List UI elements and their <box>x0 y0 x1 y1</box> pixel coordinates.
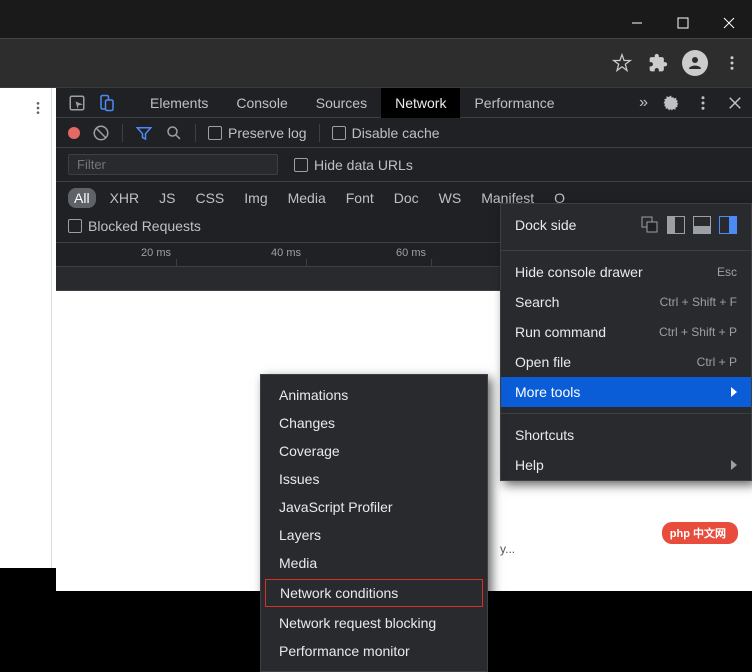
blocked-requests-checkbox[interactable]: Blocked Requests <box>68 218 201 234</box>
browser-toolbar <box>0 38 752 88</box>
dock-left-icon[interactable] <box>667 216 685 234</box>
blocked-requests-label: Blocked Requests <box>88 218 201 234</box>
tick-20ms: 20 ms <box>141 247 171 259</box>
type-img[interactable]: Img <box>238 188 273 208</box>
dock-right-icon[interactable] <box>719 216 737 234</box>
devtools-context-menu: Dock side Hide console drawer Esc Search… <box>500 203 752 481</box>
checkbox-icon <box>294 158 308 172</box>
search-icon[interactable] <box>165 124 183 142</box>
gear-icon[interactable] <box>662 94 680 112</box>
separator <box>501 250 751 251</box>
type-all[interactable]: All <box>68 188 96 208</box>
sub-animations[interactable]: Animations <box>261 381 487 409</box>
hide-data-urls-checkbox[interactable]: Hide data URLs <box>294 157 413 173</box>
star-icon[interactable] <box>610 51 634 75</box>
clear-icon[interactable] <box>92 124 110 142</box>
tab-console[interactable]: Console <box>222 88 301 118</box>
menu-run-command[interactable]: Run command Ctrl + Shift + P <box>501 317 751 347</box>
kebab-menu-icon[interactable] <box>720 51 744 75</box>
sub-changes[interactable]: Changes <box>261 409 487 437</box>
extensions-icon[interactable] <box>646 51 670 75</box>
dock-side-row: Dock side <box>501 204 751 244</box>
menu-shortcuts[interactable]: Shortcuts <box>501 420 751 450</box>
profile-avatar[interactable] <box>682 50 708 76</box>
kebab-icon[interactable] <box>30 100 46 116</box>
checkbox-icon <box>208 126 222 140</box>
sub-coverage[interactable]: Coverage <box>261 437 487 465</box>
tab-performance[interactable]: Performance <box>460 88 568 118</box>
sub-network-conditions[interactable]: Network conditions <box>265 579 483 607</box>
sub-performance-monitor[interactable]: Performance monitor <box>261 637 487 665</box>
kebab-icon[interactable] <box>694 94 712 112</box>
truncated-text: y... <box>500 542 515 556</box>
tick-40ms: 40 ms <box>271 247 301 259</box>
chevron-right-icon <box>731 387 737 397</box>
more-tools-submenu: Animations Changes Coverage Issues JavaS… <box>260 374 488 672</box>
window-titlebar <box>0 0 752 38</box>
filter-input[interactable] <box>68 154 278 175</box>
checkbox-icon <box>332 126 346 140</box>
disable-cache-checkbox[interactable]: Disable cache <box>332 125 440 141</box>
checkbox-icon <box>68 219 82 233</box>
separator <box>122 124 123 142</box>
type-doc[interactable]: Doc <box>388 188 425 208</box>
type-css[interactable]: CSS <box>189 188 230 208</box>
sub-network-request-blocking[interactable]: Network request blocking <box>261 609 487 637</box>
dock-undock-icon[interactable] <box>641 216 659 234</box>
watermark-badge: php 中文网 <box>662 522 738 544</box>
separator <box>501 413 751 414</box>
inspect-icon[interactable] <box>68 94 86 112</box>
maximize-button[interactable] <box>660 8 706 38</box>
tab-sources[interactable]: Sources <box>302 88 381 118</box>
devtools-tabs: Elements Console Sources Network Perform… <box>56 88 752 118</box>
close-button[interactable] <box>706 8 752 38</box>
type-media[interactable]: Media <box>282 188 332 208</box>
filter-row: Hide data URLs <box>56 148 752 182</box>
menu-hide-console[interactable]: Hide console drawer Esc <box>501 257 751 287</box>
close-icon[interactable] <box>726 94 744 112</box>
sub-layers[interactable]: Layers <box>261 521 487 549</box>
menu-more-tools[interactable]: More tools <box>501 377 751 407</box>
type-font[interactable]: Font <box>340 188 380 208</box>
tick-60ms: 60 ms <box>396 247 426 259</box>
disable-cache-label: Disable cache <box>352 125 440 141</box>
type-ws[interactable]: WS <box>433 188 468 208</box>
page-edge <box>0 88 56 568</box>
chevron-right-icon <box>731 460 737 470</box>
filter-icon[interactable] <box>135 124 153 142</box>
sub-issues[interactable]: Issues <box>261 465 487 493</box>
network-toolbar: Preserve log Disable cache <box>56 118 752 148</box>
device-toggle-icon[interactable] <box>98 94 116 112</box>
minimize-button[interactable] <box>614 8 660 38</box>
type-xhr[interactable]: XHR <box>104 188 146 208</box>
more-tabs-icon[interactable]: » <box>639 94 648 112</box>
hide-data-urls-label: Hide data URLs <box>314 157 413 173</box>
preserve-log-checkbox[interactable]: Preserve log <box>208 125 307 141</box>
menu-search[interactable]: Search Ctrl + Shift + F <box>501 287 751 317</box>
dock-bottom-icon[interactable] <box>693 216 711 234</box>
type-js[interactable]: JS <box>153 188 181 208</box>
separator <box>319 124 320 142</box>
menu-help[interactable]: Help <box>501 450 751 480</box>
sub-media[interactable]: Media <box>261 549 487 577</box>
separator <box>195 124 196 142</box>
tab-network[interactable]: Network <box>381 88 460 118</box>
tab-elements[interactable]: Elements <box>136 88 222 118</box>
dock-side-label: Dock side <box>515 217 576 233</box>
menu-open-file[interactable]: Open file Ctrl + P <box>501 347 751 377</box>
devtools-panel: Elements Console Sources Network Perform… <box>0 88 752 568</box>
sub-js-profiler[interactable]: JavaScript Profiler <box>261 493 487 521</box>
record-button[interactable] <box>68 127 80 139</box>
preserve-log-label: Preserve log <box>228 125 307 141</box>
